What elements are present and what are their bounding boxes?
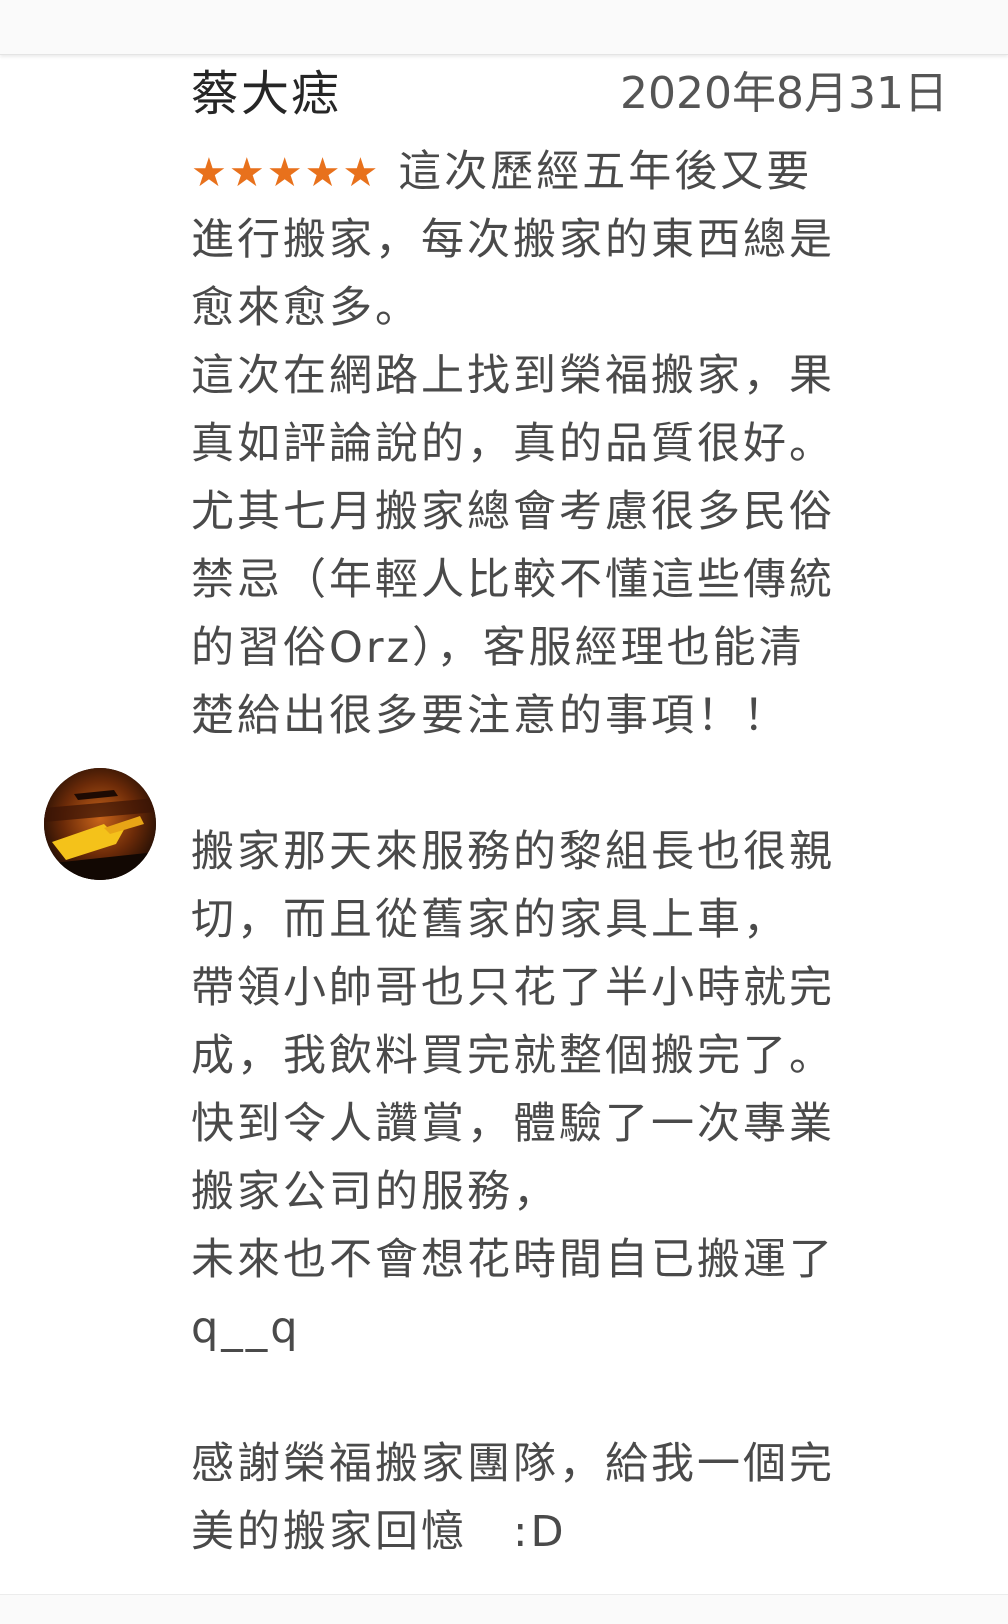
review-line-text: 這次歷經五年後又要	[398, 147, 813, 197]
review-body: ★★★★★ 這次歷經五年後又要 進行搬家，每次搬家的東西總是 愈來愈多。 這次在網…	[191, 138, 951, 1566]
review-line: 真如評論說的，真的品質很好。	[191, 419, 835, 469]
review-line: 搬家那天來服務的黎組長也很親	[191, 827, 835, 877]
review-line: 美的搬家回憶 :D	[191, 1507, 567, 1557]
review-line: 愈來愈多。	[191, 283, 421, 333]
avatar-image	[44, 768, 156, 880]
review-line: 進行搬家，每次搬家的東西總是	[191, 215, 835, 265]
next-review-divider	[0, 1594, 1008, 1624]
review-line: 的習俗Orz），客服經理也能清	[191, 623, 805, 673]
review-line: 切，而且從舊家的家具上車，	[191, 895, 789, 945]
review-line: 未來也不會想花時間自已搬運了	[191, 1235, 835, 1285]
reviewer-name[interactable]: 蔡大痣	[191, 62, 341, 126]
review-line: q__q	[191, 1303, 301, 1353]
cutoff-text: ⋯ ⋯ ⋯	[200, 0, 363, 16]
review-line: 這次在網路上找到榮福搬家，果	[191, 351, 835, 401]
review-line: 楚給出很多要注意的事項！！	[191, 691, 789, 741]
reviewer-avatar[interactable]	[44, 768, 156, 880]
review-line: 感謝榮福搬家團隊，給我一個完	[191, 1439, 835, 1489]
star-rating: ★★★★★	[191, 150, 381, 196]
review-card: 蔡大痣 2020年8月31日 ★★★★★ 這次歷經五年後又要 進行搬家，每次搬家的…	[0, 54, 1008, 1594]
previous-review-cutoff: ⋯ ⋯ ⋯	[0, 0, 1008, 55]
review-line: 尤其七月搬家總會考慮很多民俗	[191, 487, 835, 537]
review-line: ★★★★★ 這次歷經五年後又要	[191, 138, 951, 206]
review-date: 2020年8月31日	[620, 68, 948, 119]
review-line: 快到令人讚賞，體驗了一次專業	[191, 1099, 835, 1149]
review-line: 搬家公司的服務，	[191, 1167, 559, 1217]
review-line: 禁忌（年輕人比較不懂這些傳統	[191, 555, 835, 605]
review-line: 帶領小帥哥也只花了半小時就完	[191, 963, 835, 1013]
review-line: 成，我飲料買完就整個搬完了。	[191, 1031, 835, 1081]
